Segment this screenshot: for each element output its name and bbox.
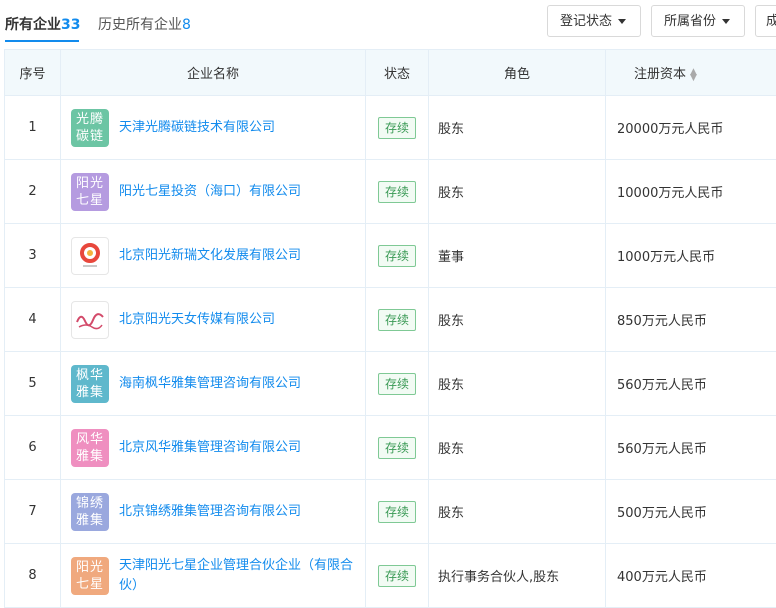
company-name-link[interactable]: 阳光七星投资（海口）有限公司 bbox=[119, 182, 301, 202]
status-badge: 存续 bbox=[378, 437, 416, 459]
table-header-row: 序号 企业名称 状态 角色 注册资本 ▲▼ bbox=[5, 50, 776, 96]
company-name-link[interactable]: 海南枫华雅集管理咨询有限公司 bbox=[119, 374, 301, 394]
active-tab-indicator bbox=[5, 40, 79, 42]
table-row: 3 北京阳光新瑞文化发展有限公司 存续 董事 1000万元人民币 bbox=[5, 224, 776, 288]
table-row: 2 阳光七星 阳光七星投资（海口）有限公司 存续 股东 10000万元人民币 bbox=[5, 160, 776, 224]
third-filter-label: 成 bbox=[766, 14, 776, 29]
chevron-down-icon bbox=[722, 19, 730, 24]
status-badge: 存续 bbox=[378, 565, 416, 587]
company-name-link[interactable]: 北京阳光新瑞文化发展有限公司 bbox=[119, 246, 301, 266]
tab-all-companies[interactable]: 所有企业33 bbox=[5, 14, 80, 34]
row-capital: 20000万元人民币 bbox=[606, 96, 776, 160]
row-role: 股东 bbox=[429, 480, 606, 544]
row-role: 股东 bbox=[429, 288, 606, 352]
sort-icon: ▲▼ bbox=[690, 69, 697, 81]
row-capital: 1000万元人民币 bbox=[606, 224, 776, 288]
status-badge: 存续 bbox=[378, 181, 416, 203]
status-badge: 存续 bbox=[378, 501, 416, 523]
row-role: 股东 bbox=[429, 160, 606, 224]
company-logo: 光腾碳链 bbox=[71, 109, 109, 147]
status-badge: 存续 bbox=[378, 309, 416, 331]
third-filter-button[interactable]: 成 bbox=[755, 5, 776, 37]
company-logo-image bbox=[71, 301, 109, 339]
tab-all-count: 33 bbox=[61, 17, 80, 33]
company-logo: 阳光七星 bbox=[71, 557, 109, 595]
tab-history-companies[interactable]: 历史所有企业8 bbox=[98, 14, 191, 34]
row-role: 股东 bbox=[429, 96, 606, 160]
header-capital-sort[interactable]: 注册资本 ▲▼ bbox=[606, 50, 776, 96]
row-role: 股东 bbox=[429, 416, 606, 480]
table-row: 1 光腾碳链 天津光腾碳链技术有限公司 存续 股东 20000万元人民币 bbox=[5, 96, 776, 160]
row-role: 董事 bbox=[429, 224, 606, 288]
row-capital: 560万元人民币 bbox=[606, 416, 776, 480]
tab-history-label: 历史所有企业 bbox=[98, 17, 182, 33]
row-capital: 850万元人民币 bbox=[606, 288, 776, 352]
table-row: 7 锦绣雅集 北京锦绣雅集管理咨询有限公司 存续 股东 500万元人民币 bbox=[5, 480, 776, 544]
row-seq: 6 bbox=[5, 416, 61, 480]
table-row: 4 北京阳光天女传媒有限公司 存续 股东 850万元人民币 bbox=[5, 288, 776, 352]
companies-table: 序号 企业名称 状态 角色 注册资本 ▲▼ 1 光腾碳链 天津光腾碳链技术有限公司… bbox=[4, 49, 776, 608]
table-row: 6 风华雅集 北京风华雅集管理咨询有限公司 存续 股东 560万元人民币 bbox=[5, 416, 776, 480]
row-capital: 500万元人民币 bbox=[606, 480, 776, 544]
status-filter-label: 登记状态 bbox=[560, 14, 612, 29]
company-logo-image bbox=[71, 237, 109, 275]
province-filter-button[interactable]: 所属省份 bbox=[651, 5, 745, 37]
company-name-link[interactable]: 天津阳光七星企业管理合伙企业（有限合伙） bbox=[119, 556, 364, 596]
header-name: 企业名称 bbox=[61, 50, 366, 96]
table-row: 5 枫华雅集 海南枫华雅集管理咨询有限公司 存续 股东 560万元人民币 bbox=[5, 352, 776, 416]
status-badge: 存续 bbox=[378, 117, 416, 139]
company-name-link[interactable]: 天津光腾碳链技术有限公司 bbox=[119, 118, 275, 138]
row-seq: 7 bbox=[5, 480, 61, 544]
top-bar: 所有企业33 历史所有企业8 登记状态 所属省份 成 bbox=[0, 0, 776, 46]
row-seq: 1 bbox=[5, 96, 61, 160]
row-capital: 10000万元人民币 bbox=[606, 160, 776, 224]
header-seq: 序号 bbox=[5, 50, 61, 96]
company-logo: 锦绣雅集 bbox=[71, 493, 109, 531]
header-status: 状态 bbox=[366, 50, 429, 96]
company-name-link[interactable]: 北京锦绣雅集管理咨询有限公司 bbox=[119, 502, 301, 522]
row-seq: 2 bbox=[5, 160, 61, 224]
ring-logo-icon bbox=[75, 241, 105, 271]
row-capital: 560万元人民币 bbox=[606, 352, 776, 416]
row-seq: 4 bbox=[5, 288, 61, 352]
chevron-down-icon bbox=[618, 19, 626, 24]
row-seq: 3 bbox=[5, 224, 61, 288]
company-name-link[interactable]: 北京阳光天女传媒有限公司 bbox=[119, 310, 275, 330]
company-logo: 风华雅集 bbox=[71, 429, 109, 467]
company-logo: 枫华雅集 bbox=[71, 365, 109, 403]
tab-history-count: 8 bbox=[182, 17, 191, 33]
tab-all-label: 所有企业 bbox=[5, 17, 61, 33]
company-name-link[interactable]: 北京风华雅集管理咨询有限公司 bbox=[119, 438, 301, 458]
province-filter-label: 所属省份 bbox=[664, 14, 716, 29]
status-badge: 存续 bbox=[378, 245, 416, 267]
status-badge: 存续 bbox=[378, 373, 416, 395]
header-capital: 注册资本 bbox=[634, 67, 686, 82]
header-role: 角色 bbox=[429, 50, 606, 96]
row-seq: 5 bbox=[5, 352, 61, 416]
company-logo: 阳光七星 bbox=[71, 173, 109, 211]
row-role: 股东 bbox=[429, 352, 606, 416]
script-logo-icon bbox=[74, 308, 106, 332]
status-filter-button[interactable]: 登记状态 bbox=[547, 5, 641, 37]
